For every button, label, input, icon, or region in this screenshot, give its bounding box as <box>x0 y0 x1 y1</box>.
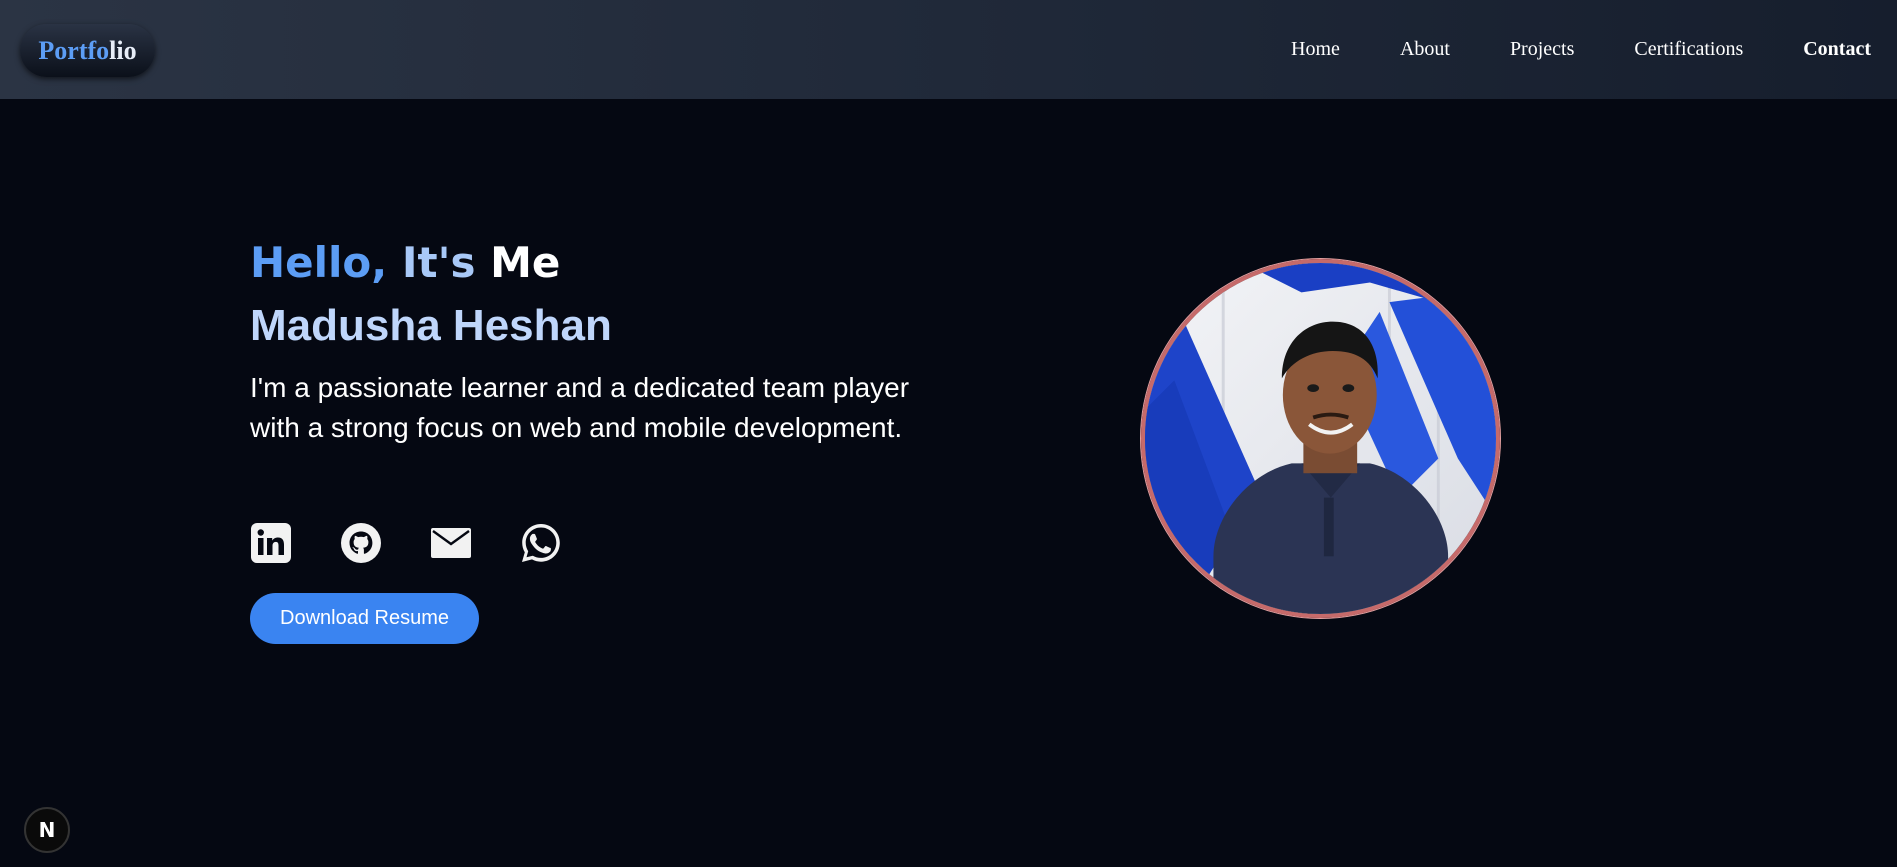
profile-portrait-image <box>1145 263 1496 614</box>
nav-link-home[interactable]: Home <box>1291 38 1340 61</box>
logo-text-part2: lio <box>109 35 137 65</box>
hero-name: Madusha Heshan <box>250 301 612 350</box>
github-icon <box>341 523 381 563</box>
download-resume-button[interactable]: Download Resume <box>250 593 479 644</box>
linkedin-link[interactable] <box>250 522 292 564</box>
logo[interactable]: Portfo lio <box>20 24 155 77</box>
linkedin-icon <box>251 523 291 563</box>
greeting-its: It's <box>401 238 476 287</box>
github-link[interactable] <box>340 522 382 564</box>
logo-text-part1: Portfo <box>38 35 110 65</box>
greeting-hello: Hello, <box>250 238 388 287</box>
navbar: Portfo lio Home About Projects Certificat… <box>0 0 1897 99</box>
hero-bio: I'm a passionate learner and a dedicated… <box>250 372 910 443</box>
profile-photo <box>1141 259 1500 618</box>
next-dev-badge[interactable]: N <box>24 807 70 853</box>
nav-link-projects[interactable]: Projects <box>1510 38 1574 61</box>
greeting-me: Me <box>490 238 561 287</box>
email-link[interactable] <box>430 522 472 564</box>
hero-section: Hello, It's Me Madusha Heshan I'm a pass… <box>250 232 910 448</box>
nav-link-contact[interactable]: Contact <box>1803 38 1871 61</box>
nav-links: Home About Projects Certifications Conta… <box>1231 0 1871 99</box>
whatsapp-link[interactable] <box>520 522 562 564</box>
greeting-heading: Hello, It's Me <box>250 232 910 294</box>
social-links <box>250 522 610 564</box>
nav-link-about[interactable]: About <box>1400 38 1450 61</box>
nav-link-certifications[interactable]: Certifications <box>1634 38 1743 61</box>
whatsapp-icon <box>522 524 560 562</box>
mail-icon <box>431 528 471 558</box>
